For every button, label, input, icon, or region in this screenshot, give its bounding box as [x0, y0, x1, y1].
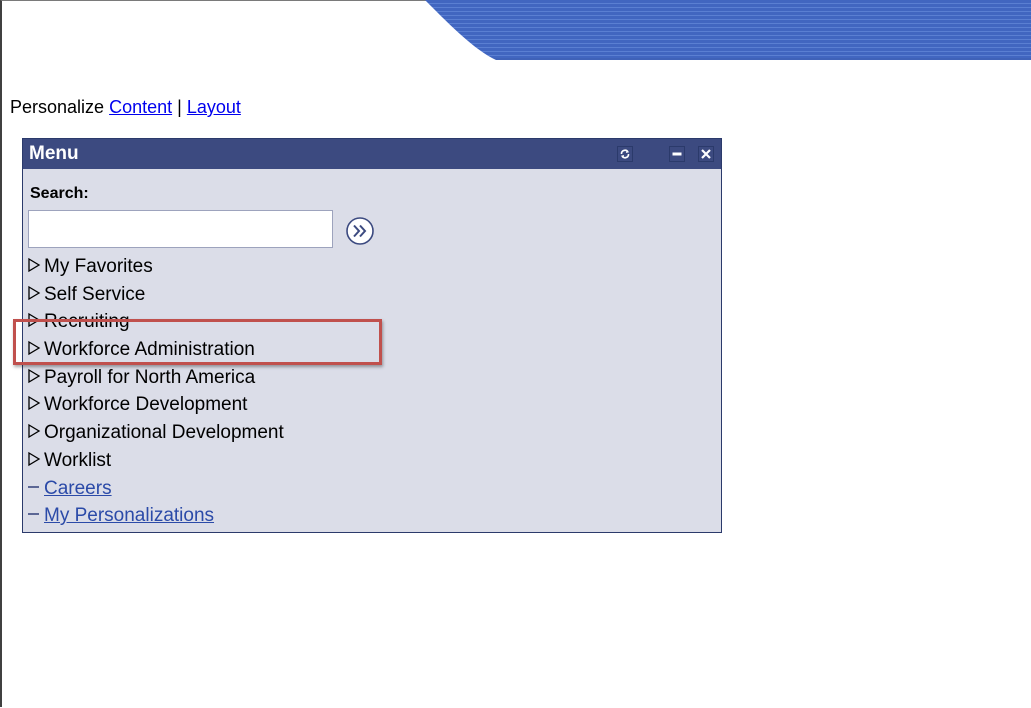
- menu-link-careers[interactable]: Careers: [27, 475, 284, 503]
- search-label: Search:: [30, 185, 89, 202]
- menu-folder-self-service[interactable]: Self Service: [27, 281, 284, 309]
- double-chevron-right-icon[interactable]: [345, 216, 375, 246]
- menu-folder-payroll-for-north-america[interactable]: Payroll for North America: [27, 364, 284, 392]
- personalize-bar: Personalize Content | Layout: [10, 97, 241, 118]
- minimize-icon[interactable]: [669, 146, 685, 162]
- menu-folder-label: Workforce Development: [44, 394, 248, 416]
- dash-icon: [28, 485, 39, 488]
- close-icon[interactable]: [698, 146, 714, 162]
- menu-folder-my-favorites[interactable]: My Favorites: [27, 253, 284, 281]
- menu-folder-label: Recruiting: [44, 311, 130, 333]
- expand-triangle-icon: [28, 313, 41, 328]
- menu-folder-organizational-development[interactable]: Organizational Development: [27, 419, 284, 447]
- menu-folder-label: Organizational Development: [44, 422, 284, 444]
- expand-triangle-icon: [28, 340, 41, 356]
- menu-link-label: Careers: [44, 477, 112, 499]
- menu-folder-workforce-development[interactable]: Workforce Development: [27, 391, 284, 419]
- menu-folder-worklist[interactable]: Worklist: [27, 447, 284, 475]
- menu-title: Menu: [29, 143, 79, 164]
- menu-folder-label: Workforce Administration: [44, 339, 255, 361]
- expand-triangle-icon: [28, 257, 41, 273]
- content-link[interactable]: Content: [109, 97, 172, 117]
- layout-link[interactable]: Layout: [187, 97, 241, 117]
- refresh-icon[interactable]: [617, 146, 633, 162]
- dash-icon: [28, 513, 39, 515]
- personalize-label: Personalize: [10, 97, 105, 117]
- expand-triangle-icon: [28, 368, 41, 383]
- menu-folder-recruiting[interactable]: Recruiting: [27, 308, 284, 336]
- menu-folder-label: Worklist: [44, 449, 112, 471]
- header-banner: [425, 0, 1031, 60]
- menu-pagelet: Menu Search: My Favorites Self Service R…: [22, 138, 722, 533]
- menu-header: Menu: [23, 139, 721, 169]
- expand-triangle-icon: [28, 285, 41, 300]
- menu-link-label: My Personalizations: [44, 505, 215, 527]
- expand-triangle-icon: [28, 451, 41, 466]
- personalize-separator: |: [177, 97, 182, 117]
- expand-triangle-icon: [28, 396, 41, 411]
- menu-link-my-personalizations[interactable]: My Personalizations: [27, 502, 284, 530]
- menu-folder-label: My Favorites: [44, 256, 153, 277]
- menu-folder-label: Self Service: [44, 283, 146, 305]
- menu-folder-label: Payroll for North America: [44, 366, 256, 388]
- menu-folder-workforce-administration[interactable]: Workforce Administration: [27, 336, 284, 364]
- expand-triangle-icon: [28, 423, 41, 439]
- menu-tree: My Favorites Self Service Recruiting Wor…: [27, 253, 284, 530]
- search-input[interactable]: [28, 210, 333, 248]
